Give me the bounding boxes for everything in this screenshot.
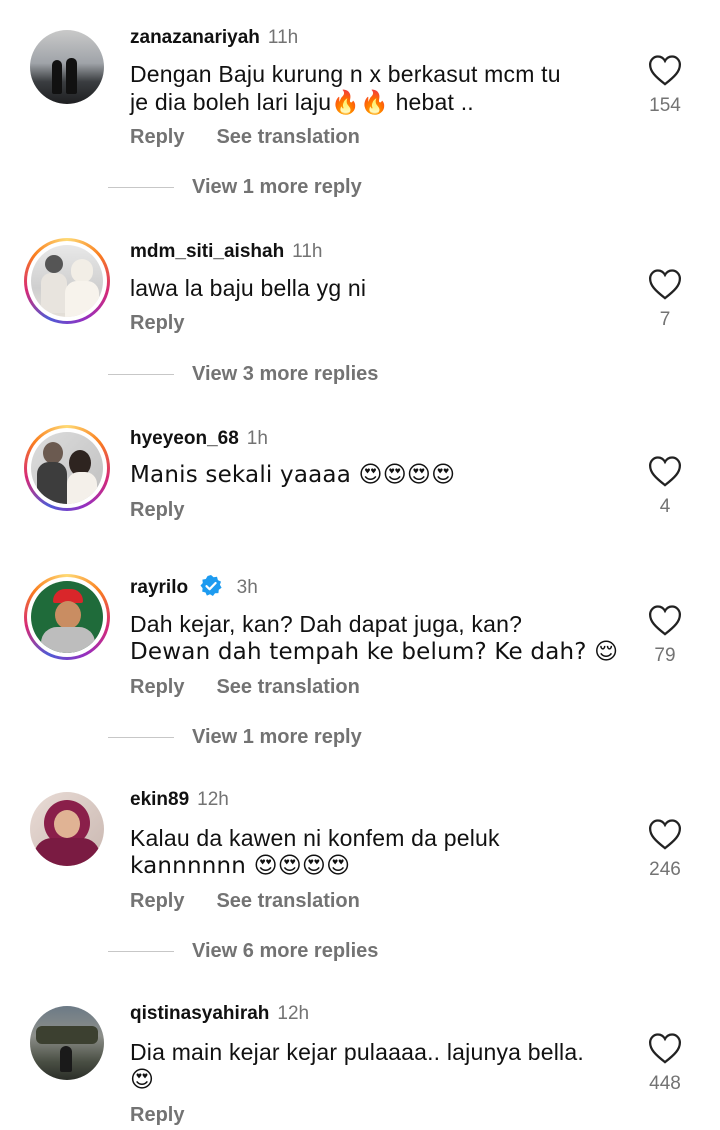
reply-button[interactable]: Reply [130,126,184,148]
heart-icon[interactable] [648,604,682,636]
like-count: 4 [659,496,671,517]
like-count: 7 [659,309,671,330]
like-button[interactable]: 7 [643,268,687,331]
see-translation-button[interactable]: See translation [216,890,359,912]
username[interactable]: qistinasyahirah [130,1003,269,1024]
like-button[interactable]: 79 [643,604,687,667]
reply-button[interactable]: Reply [130,312,184,334]
reply-button[interactable]: Reply [130,499,184,521]
avatar[interactable] [30,792,104,866]
divider [108,187,174,189]
comment-text: Dia main kejar kejar pulaaaa.. lajunya b… [130,1039,584,1065]
like-count: 79 [654,645,676,666]
reply-button[interactable]: Reply [130,1104,184,1126]
like-count: 246 [649,859,681,880]
timestamp: 12h [277,1003,310,1024]
see-translation-button[interactable]: See translation [216,676,359,698]
timestamp: 11h [292,241,323,262]
verified-badge-icon [200,575,222,596]
like-button[interactable]: 246 [643,818,687,881]
username[interactable]: mdm_siti_aishah [130,241,284,262]
comment-text: Dah kejar, kan? Dah dapat juga, kan? [130,611,523,637]
view-replies-button[interactable]: View 3 more replies [108,363,378,386]
heart-icon[interactable] [648,1032,682,1064]
comment-text: kannnnnn 😍😍😍😍 [130,853,351,879]
comment-text: Dewan dah tempah ke belum? Ke dah? 😌 [130,639,619,665]
view-replies-button[interactable]: View 1 more reply [108,726,362,749]
comment-text: Kalau da kawen ni konfem da peluk [130,825,500,851]
like-button[interactable]: 448 [643,1032,687,1095]
heart-icon[interactable] [648,455,682,487]
divider [108,374,174,376]
story-ring [24,574,110,660]
avatar[interactable] [30,1006,104,1080]
username[interactable]: hyeyeon_68 [130,428,239,449]
avatar[interactable] [24,238,110,324]
divider [108,737,174,739]
comment-text: lawa la baju bella yg ni [130,275,367,301]
username[interactable]: zanazanariyah [130,27,260,48]
like-button[interactable]: 4 [643,455,687,518]
heart-icon[interactable] [648,818,682,850]
heart-icon[interactable] [648,268,682,300]
story-ring [24,238,110,324]
comment-text: Dengan Baju kurung n x berkasut mcm tu [130,61,561,87]
timestamp: 12h [197,789,229,810]
like-count: 154 [649,95,681,116]
username[interactable]: ekin89 [130,789,189,810]
timestamp: 11h [267,27,299,48]
story-ring [24,425,110,511]
see-translation-button[interactable]: See translation [216,126,359,148]
reply-button[interactable]: Reply [130,676,184,698]
avatar[interactable] [30,30,104,104]
avatar[interactable] [24,574,110,660]
comment-text: je dia boleh lari laju🔥🔥 hebat .. [130,89,474,115]
like-button[interactable]: 154 [643,54,687,117]
username[interactable]: rayrilo [130,577,188,598]
like-count: 448 [649,1073,681,1094]
heart-icon[interactable] [648,54,682,86]
avatar[interactable] [24,425,110,511]
view-replies-button[interactable]: View 1 more reply [108,176,362,199]
divider [108,951,174,953]
timestamp: 3h [236,577,258,598]
comment-text: Manis sekali yaaaa 😍😍😍😍 [130,462,456,488]
reply-button[interactable]: Reply [130,890,184,912]
timestamp: 1h [246,428,268,449]
view-replies-button[interactable]: View 6 more replies [108,940,378,963]
comment-text: 😍 [130,1067,155,1093]
